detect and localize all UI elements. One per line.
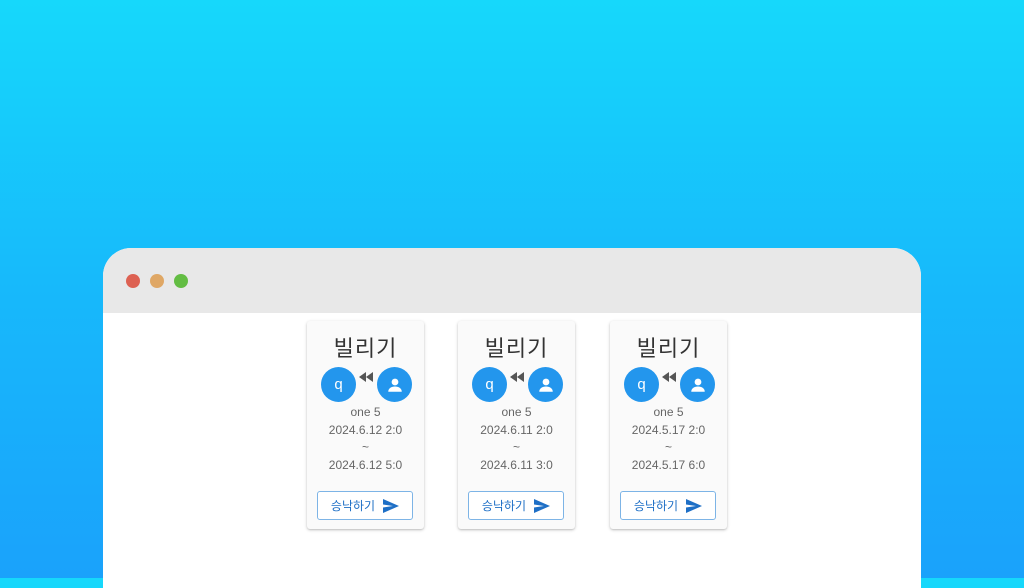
owner-avatar (528, 367, 563, 402)
rental-info: one 5 2024.6.11 2:0 ~ 2024.6.11 3:0 (458, 404, 575, 474)
accept-button[interactable]: 승낙하기 (620, 491, 716, 520)
maximize-window-dot[interactable] (174, 274, 188, 288)
accept-button-label: 승낙하기 (330, 499, 376, 513)
start-time: 2024.5.17 2:0 (631, 422, 706, 437)
owner-avatar (680, 367, 715, 402)
person-icon (387, 378, 402, 392)
minimize-window-dot[interactable] (150, 274, 164, 288)
browser-window: 빌리기 q one 5 2024.6.12 2:0 ~ 2024.6.12 5:… (103, 248, 921, 588)
accept-button-label: 승낙하기 (481, 499, 527, 513)
requester-avatar: q (472, 367, 507, 402)
card-title: 빌리기 (636, 337, 701, 362)
item-name: one 5 (653, 405, 684, 419)
accept-button[interactable]: 승낙하기 (317, 491, 413, 520)
participants-row: q (472, 367, 563, 403)
end-time: 2024.5.17 6:0 (631, 457, 706, 472)
item-name: one 5 (501, 405, 532, 419)
send-icon (534, 498, 551, 513)
end-time: 2024.6.12 5:0 (328, 457, 403, 472)
rental-info: one 5 2024.5.17 2:0 ~ 2024.5.17 6:0 (610, 404, 727, 474)
rewind-icon (359, 372, 373, 382)
window-titlebar (103, 248, 921, 313)
item-name: one 5 (350, 405, 381, 419)
owner-avatar (377, 367, 412, 402)
range-separator: ~ (361, 440, 369, 454)
card-title: 빌리기 (333, 337, 398, 362)
requester-avatar: q (624, 367, 659, 402)
range-separator: ~ (664, 440, 672, 454)
rental-request-card: 빌리기 q one 5 2024.6.11 2:0 ~ 2024.6.11 3:… (458, 321, 575, 529)
person-icon (690, 378, 705, 392)
rewind-icon (662, 372, 676, 382)
start-time: 2024.6.11 2:0 (480, 422, 553, 437)
rental-request-card: 빌리기 q one 5 2024.5.17 2:0 ~ 2024.5.17 6:… (610, 321, 727, 529)
end-time: 2024.6.11 3:0 (480, 457, 553, 472)
range-separator: ~ (512, 440, 520, 454)
send-icon (686, 498, 703, 513)
requester-avatar: q (321, 367, 356, 402)
rental-info: one 5 2024.6.12 2:0 ~ 2024.6.12 5:0 (307, 404, 424, 474)
accept-button[interactable]: 승낙하기 (468, 491, 564, 520)
rewind-icon (510, 372, 524, 382)
card-title: 빌리기 (484, 337, 549, 362)
person-icon (538, 378, 553, 392)
rental-request-card: 빌리기 q one 5 2024.6.12 2:0 ~ 2024.6.12 5:… (307, 321, 424, 529)
send-icon (383, 498, 400, 513)
close-window-dot[interactable] (126, 274, 140, 288)
start-time: 2024.6.12 2:0 (328, 422, 403, 437)
participants-row: q (321, 367, 412, 403)
participants-row: q (624, 367, 715, 403)
accept-button-label: 승낙하기 (633, 499, 679, 513)
